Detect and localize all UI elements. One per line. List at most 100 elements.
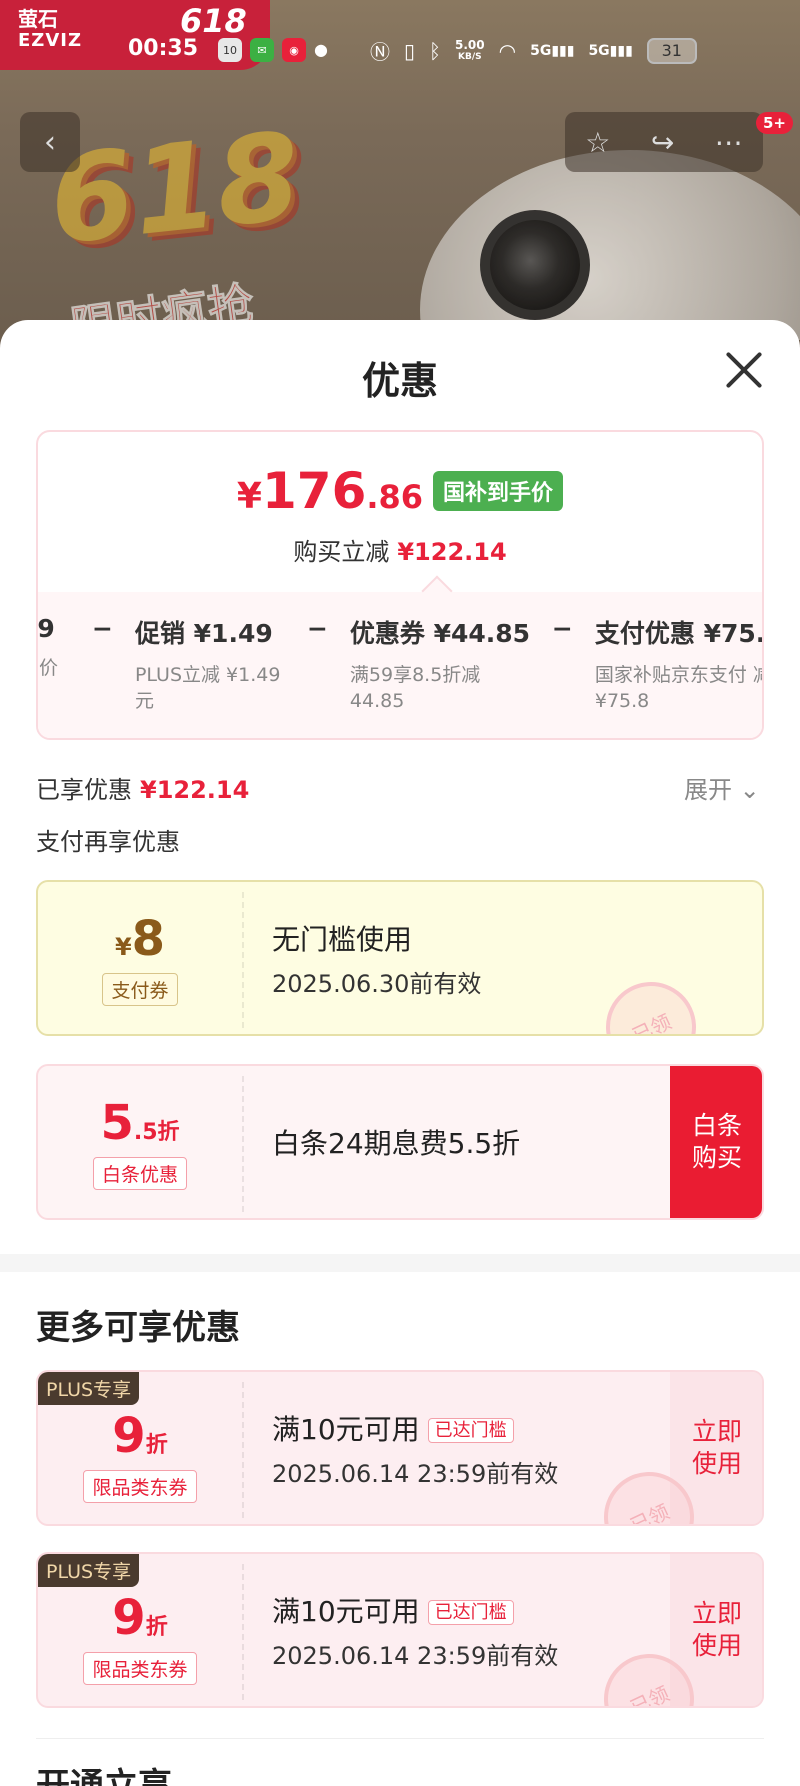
coupon-type-tag: 限品类东券 [83, 1469, 197, 1503]
coupon-validity: 2025.06.14 23:59前有效 [272, 1641, 559, 1670]
pay-more-heading: 支付再享优惠 [36, 828, 180, 856]
chevron-down-icon: ⌄ [739, 776, 760, 804]
reduce-row: 购买立减 ¥122.14 [38, 532, 762, 567]
discount-number: 9 [112, 1589, 146, 1646]
coupon-validity: 2025.06.14 23:59前有效 [272, 1459, 559, 1488]
signal-icon-1: 5G▮▮▮ [530, 42, 575, 59]
stamp-text: 已领 [626, 1681, 673, 1708]
coupon-discount: 9折 [112, 1590, 167, 1646]
signal-icon-2: 5G▮▮▮ [588, 42, 633, 59]
breakdown-item: 优惠券 ¥44.85 满59享8.5折减 44.85 [350, 614, 530, 714]
breakdown-item: 促销 ¥1.49 PLUS立减 ¥1.49元 [135, 614, 285, 714]
discount-unit: 折 [145, 1432, 168, 1458]
vibrate-icon: ▯ [404, 38, 416, 63]
breakdown-item: 99 京价 [38, 614, 70, 714]
minus-separator: − [92, 614, 113, 643]
net-speed: 5.00 KB/S [455, 39, 485, 63]
coupon-divider [242, 1564, 244, 1700]
breakdown-desc: 满59享8.5折减 44.85 [349, 664, 481, 712]
coupon-value-block: ¥8 支付券 [38, 882, 242, 1034]
coupon-divider [242, 1382, 244, 1518]
coupon-validity: 2025.06.30前有效 [272, 969, 482, 998]
stamp-text: 已领 [626, 1499, 673, 1526]
coupon-title: 满10元可用 [272, 1594, 420, 1628]
breakdown-desc: 京价 [38, 657, 59, 679]
price-decimal: .86 [366, 478, 424, 516]
top-action-group: ☆ ↪ ⋯ [565, 112, 763, 172]
status-indicators: Ⓝ ▯ ᛒ 5.00 KB/S ◠ 5G▮▮▮ 5G▮▮▮ 31 [370, 36, 697, 65]
gov-subsidy-tag: 国补到手价 [433, 471, 564, 511]
enjoyed-amount: ¥122.14 [140, 776, 250, 804]
minus-separator: − [551, 614, 573, 643]
price-breakdown[interactable]: 99 京价 − 促销 ¥1.49 PLUS立减 ¥1.49元 − 优惠券 ¥44… [38, 614, 764, 714]
enjoyed-discount: 已享优惠 ¥122.14 [36, 770, 249, 805]
signal-2-label: 5G [588, 42, 610, 59]
favorite-star-icon[interactable]: ☆ [585, 126, 610, 159]
net-speed-unit: KB/S [458, 51, 482, 62]
coupon-info: 满10元可用 已达门槛 2025.06.14 23:59前有效 [272, 1372, 558, 1524]
coupon-divider [242, 892, 244, 1028]
claimed-stamp: 已领 [591, 967, 711, 1036]
section-divider [0, 1254, 800, 1272]
net-speed-value: 5.00 [455, 37, 485, 52]
more-icon[interactable]: ⋯ [715, 126, 743, 159]
coupon-title: 无门槛使用 [272, 922, 413, 956]
discount-number: 9 [112, 1407, 146, 1464]
shopping-app-icon: ◉ [282, 38, 306, 62]
pay-coupon-card[interactable]: ¥8 支付券 无门槛使用 2025.06.30前有效 已领 [36, 880, 764, 1036]
battery-level: 31 [661, 40, 682, 60]
status-time: 00:35 [128, 36, 199, 61]
plus-coupon-card[interactable]: PLUS专享 9折 限品类东券 满10元可用 已达门槛 2025.06.14 23… [36, 1370, 764, 1526]
battery-icon: 31 [646, 37, 697, 64]
stamp-text: 已领 [628, 1009, 675, 1036]
baitiao-buy-button[interactable]: 白条 购买 [670, 1066, 762, 1218]
plus-coupon-card[interactable]: PLUS专享 9折 限品类东券 满10元可用 已达门槛 2025.06.14 23… [36, 1552, 764, 1708]
baitiao-value-big: 5 [100, 1094, 134, 1151]
price-currency: ¥ [236, 476, 262, 517]
coupon-type-tag: 支付券 [102, 972, 178, 1006]
breakdown-title: 优惠券 ¥44.85 [349, 619, 531, 648]
coupon-title: 满10元可用 [272, 1412, 420, 1446]
reduce-amount: ¥122.14 [397, 538, 507, 566]
baitiao-value-small: .5折 [133, 1119, 180, 1145]
back-button[interactable]: ‹ [20, 112, 80, 172]
section-line [36, 1738, 764, 1739]
share-icon[interactable]: ↪ [651, 126, 674, 159]
brand-logo-text: 萤石 [18, 7, 58, 31]
baitiao-value: 5.5折 [100, 1095, 179, 1151]
camera-product-image [420, 150, 800, 340]
dot-icon: ● [314, 40, 328, 59]
coupon-info: 无门槛使用 2025.06.30前有效 [272, 882, 481, 1034]
message-count-badge: 5+ [756, 112, 794, 134]
coupon-currency: ¥ [114, 932, 132, 961]
bluetooth-icon: ᛒ [429, 38, 442, 63]
breakdown-item: 支付优惠 ¥75.8 国家补贴京东支付 减¥75.8 [594, 614, 764, 714]
coupon-discount: 9折 [112, 1408, 167, 1464]
breakdown-desc: 国家补贴京东支付 减¥75.8 [594, 664, 764, 712]
coupon-divider [242, 1076, 244, 1212]
baitiao-tag: 白条优惠 [92, 1156, 187, 1190]
coupon-amount: 8 [131, 910, 166, 967]
final-price-row: ¥176.86 国补到手价 [38, 462, 762, 520]
breakdown-desc: PLUS立减 ¥1.49元 [134, 664, 281, 712]
more-discounts-heading: 更多可享优惠 [36, 1308, 240, 1348]
baitiao-card: 5.5折 白条优惠 白条24期息费5.5折 白条 购买 [36, 1064, 764, 1220]
status-bar: 00:35 10 ✉ ◉ ● Ⓝ ▯ ᛒ 5.00 KB/S ◠ 5G▮▮▮ 5… [0, 30, 800, 70]
final-price: ¥176.86 [237, 462, 423, 520]
nfc-icon: Ⓝ [370, 40, 390, 64]
coupon-value: ¥8 [115, 911, 165, 967]
enjoyed-label: 已享优惠 [36, 776, 132, 804]
coupon-title-row: 满10元可用 已达门槛 [272, 1590, 558, 1630]
coupon-value-block: 9折 限品类东券 [38, 1372, 242, 1524]
minus-separator: − [306, 614, 328, 643]
breakdown-title: 促销 ¥1.49 [134, 619, 273, 648]
threshold-reached-tag: 已达门槛 [427, 1599, 514, 1625]
promo-618-graphic: 618 [43, 107, 308, 272]
close-icon[interactable] [722, 348, 766, 392]
expand-button[interactable]: 展开 ⌄ [684, 770, 760, 805]
discount-unit: 折 [145, 1614, 168, 1640]
coupon-value-block: 9折 限品类东券 [38, 1554, 242, 1706]
baitiao-info: 白条24期息费5.5折 [272, 1066, 520, 1218]
baitiao-value-block: 5.5折 白条优惠 [38, 1066, 242, 1218]
price-summary: ¥176.86 国补到手价 购买立减 ¥122.14 [38, 432, 762, 592]
